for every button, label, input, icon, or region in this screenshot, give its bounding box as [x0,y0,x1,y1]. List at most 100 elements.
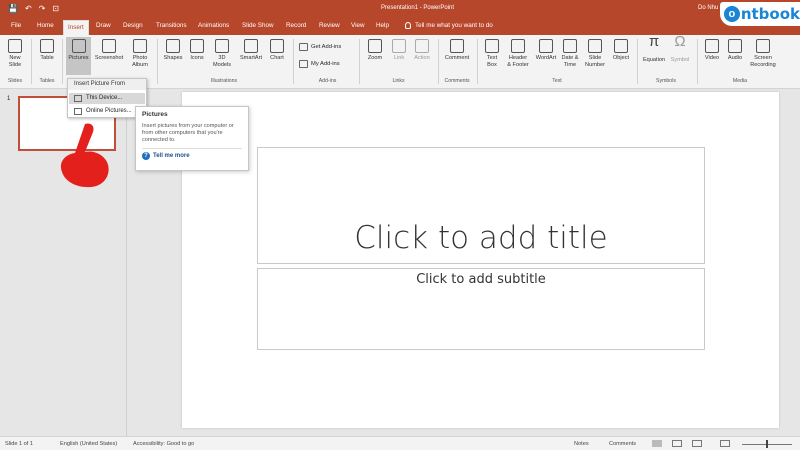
tab-review[interactable]: Review [319,22,340,29]
ribbon-separator [438,39,439,84]
tab-help[interactable]: Help [376,22,389,29]
slide-count: Slide 1 of 1 [5,441,33,447]
3d-models-button[interactable]: 3D Models [210,39,234,68]
zoom-icon [368,39,382,53]
screenshot-button[interactable]: Screenshot [93,39,125,62]
online-pictures-item[interactable]: Online Pictures... [69,106,145,117]
pictures-button[interactable]: Pictures [66,37,91,75]
pictures-icon [71,39,86,53]
tab-draw[interactable]: Draw [96,22,111,29]
title-placeholder[interactable]: Click to add title [257,147,705,264]
cube-icon [215,39,229,53]
screenshot-icon [102,39,116,53]
pictures-tooltip: Pictures Insert pictures from your compu… [135,106,249,171]
object-icon [614,39,628,53]
tell-me-text: Tell me what you want to do [415,22,493,29]
photo-album-button[interactable]: Photo Album [127,39,153,68]
present-icon[interactable]: ⊡ [52,4,59,13]
user-name[interactable]: Do Nhu [698,5,718,11]
video-button[interactable]: Video [700,39,724,62]
notes-button[interactable]: Notes [574,441,589,447]
group-illustrations-label: Illustrations [210,78,238,84]
reading-view-icon[interactable] [692,440,702,447]
zoom-slider-thumb[interactable] [766,440,768,448]
ribbon-separator [359,39,360,84]
link-icon [392,39,406,53]
hand-shape [60,123,109,188]
new-slide-icon [8,39,22,53]
group-symbols-label: Symbols [656,78,676,84]
status-bar: Slide 1 of 1 English (United States) Acc… [0,436,800,450]
tab-slide-show[interactable]: Slide Show [242,22,274,29]
this-device-item[interactable]: This Device... [69,93,145,104]
accessibility-status[interactable]: Accessibility: Good to go [133,441,194,447]
tell-me-search[interactable]: Tell me what you want to do [405,22,493,29]
audio-button[interactable]: Audio [724,39,746,62]
wordart-icon [539,39,553,53]
help-icon: ? [142,152,150,160]
slide-show-icon[interactable] [720,440,730,447]
speaker-icon [728,39,742,53]
screen-recording-button[interactable]: Screen Recording [746,39,780,68]
header-footer-icon [511,39,525,53]
my-add-ins-button[interactable]: My Add-ins [299,60,340,68]
date-time-button[interactable]: Date & Time [559,39,581,68]
tab-design[interactable]: Design [123,22,143,29]
tab-insert[interactable]: Insert [63,20,89,35]
zoom-button[interactable]: Zoom [363,39,387,62]
header-footer-button[interactable]: Header & Footer [504,39,532,68]
normal-view-icon[interactable] [652,440,662,447]
object-button[interactable]: Object [609,39,633,62]
wordart-button[interactable]: WordArt [533,39,559,62]
lightbulb-icon [405,22,411,29]
language-indicator[interactable]: English (United States) [60,441,117,447]
title-placeholder-text: Click to add title [354,220,608,256]
ribbon-separator [477,39,478,84]
link-button[interactable]: Link [389,39,409,62]
symbol-button[interactable]: Ω Symbol [668,34,692,64]
text-box-button[interactable]: Text Box [481,39,503,68]
icons-button[interactable]: Icons [186,39,208,62]
smartart-button[interactable]: SmartArt [236,39,266,62]
undo-icon[interactable]: ↶ [25,4,32,13]
photo-album-icon [133,39,147,53]
action-button[interactable]: Action [410,39,434,62]
smartart-icon [244,39,258,53]
table-button[interactable]: Table [36,39,58,62]
tab-transitions[interactable]: Transitions [156,22,187,29]
get-add-ins-button[interactable]: Get Add-ins [299,43,341,51]
tooltip-title: Pictures [142,111,168,118]
tab-animations[interactable]: Animations [198,22,229,29]
logo-mark: o [724,6,740,22]
equation-button[interactable]: π Equation [640,33,668,64]
device-icon [74,95,82,102]
tell-me-more-link[interactable]: ? Tell me more [142,152,242,160]
add-ins-icon [299,60,308,68]
chart-button[interactable]: Chart [266,39,288,62]
tab-file[interactable]: File [11,22,21,29]
tab-record[interactable]: Record [286,22,306,29]
action-icon [415,39,429,53]
redo-icon[interactable]: ↷ [39,4,46,13]
group-comments-label: Comments [444,78,470,84]
slide-number-icon [588,39,602,53]
shapes-button[interactable]: Shapes [160,39,186,62]
ribbon-separator [697,39,698,84]
save-icon[interactable]: 💾 [8,4,18,13]
hand-pointer-icon [60,123,109,188]
shapes-icon [166,39,180,53]
slide-number-button[interactable]: Slide Number [582,39,608,68]
pi-icon: π [648,33,660,50]
chart-icon [270,39,284,53]
tab-home[interactable]: Home [37,22,54,29]
comments-button[interactable]: Comments [609,441,636,447]
group-links-label: Links [392,78,405,84]
comment-icon [450,39,464,53]
tab-view[interactable]: View [351,22,365,29]
ribbon-separator [157,39,158,84]
slide-sorter-icon[interactable] [672,440,682,447]
new-slide-button[interactable]: New Slide [4,39,26,68]
group-tables-label: Tables [39,78,55,84]
subtitle-placeholder[interactable]: Click to add subtitle [257,268,705,350]
comment-button[interactable]: Comment [442,39,472,62]
